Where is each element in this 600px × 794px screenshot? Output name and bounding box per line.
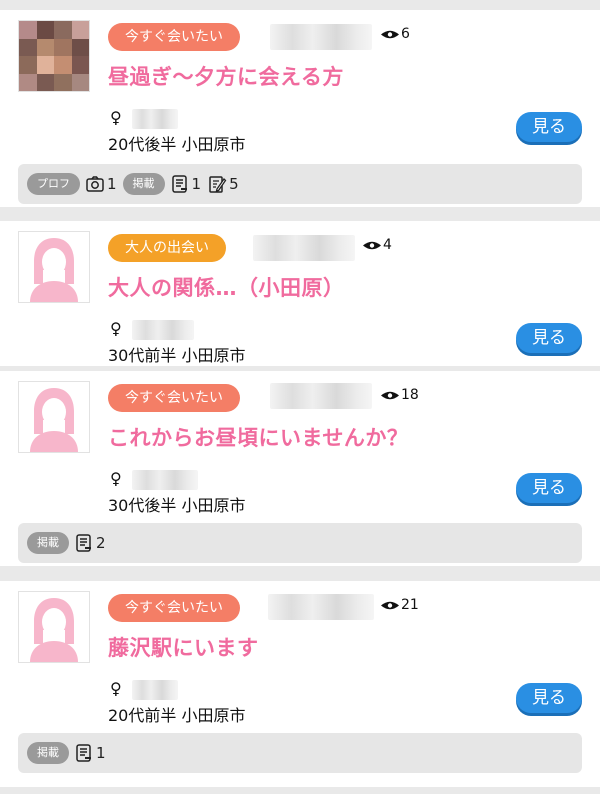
profile-tag[interactable]: プロフ xyxy=(27,173,80,195)
post-stats-bar: 掲載 1 xyxy=(18,733,582,773)
view-count: 6 xyxy=(380,26,410,42)
gender-symbol: ♀ xyxy=(110,108,122,127)
avatar-placeholder[interactable] xyxy=(18,381,90,453)
posts-tag[interactable]: 掲載 xyxy=(27,532,69,554)
gender-symbol: ♀ xyxy=(110,319,122,338)
post-list-icon xyxy=(76,744,91,762)
redacted-nickname xyxy=(268,594,374,620)
post-stats-bar: プロフ 1 掲載 1 5 xyxy=(18,164,582,204)
age-location: 20代後半 小田原市 xyxy=(108,135,246,154)
post-title[interactable]: 大人の関係…（小田原） xyxy=(108,272,345,302)
view-count-value: 18 xyxy=(401,387,419,403)
view-count: 18 xyxy=(380,387,419,403)
view-button[interactable]: 見る xyxy=(516,683,582,713)
female-avatar-icon xyxy=(30,388,78,452)
view-count: 4 xyxy=(362,237,392,253)
eye-icon xyxy=(381,391,399,399)
view-count: 21 xyxy=(380,597,419,613)
view-count-value: 4 xyxy=(383,237,392,253)
female-avatar-icon xyxy=(30,238,78,302)
diary-edit-icon xyxy=(209,176,227,193)
post-list-icon xyxy=(76,534,91,552)
view-button[interactable]: 見る xyxy=(516,112,582,142)
eye-icon xyxy=(381,30,399,38)
diary-count: 5 xyxy=(207,174,239,194)
redacted-age xyxy=(132,109,178,129)
post-stats-bar: 掲載 2 xyxy=(18,523,582,563)
view-count-value: 21 xyxy=(401,597,419,613)
post-title[interactable]: 昼過ぎ〜夕方に会える方 xyxy=(108,61,344,91)
post-card[interactable]: 今すぐ会いたい 18 これからお昼頃にいませんか？ ♀ 30代後半 小田原市 見… xyxy=(0,371,600,566)
view-button[interactable]: 見る xyxy=(516,473,582,503)
redacted-age xyxy=(132,470,198,490)
photo-count: 1 xyxy=(85,174,117,194)
photo-count-value: 1 xyxy=(107,175,117,193)
post-count-value: 1 xyxy=(96,744,106,762)
view-button[interactable]: 見る xyxy=(516,323,582,353)
gender-symbol: ♀ xyxy=(110,469,122,488)
category-badge: 今すぐ会いたい xyxy=(108,23,240,51)
redacted-nickname xyxy=(270,24,372,50)
redacted-nickname xyxy=(270,383,372,409)
post-count: 1 xyxy=(74,743,106,763)
age-location: 20代前半 小田原市 xyxy=(108,706,246,725)
redacted-age xyxy=(132,320,194,340)
diary-count-value: 5 xyxy=(229,175,239,193)
gender-symbol: ♀ xyxy=(110,679,122,698)
posts-tag[interactable]: 掲載 xyxy=(122,173,165,195)
eye-icon xyxy=(381,601,399,609)
post-count: 2 xyxy=(74,533,106,553)
female-avatar-icon xyxy=(30,598,78,662)
age-location: 30代前半 小田原市 xyxy=(108,346,246,365)
redacted-age xyxy=(132,680,178,700)
eye-icon xyxy=(363,241,381,249)
post-count: 1 xyxy=(170,174,202,194)
category-badge: 大人の出会い xyxy=(108,234,226,262)
avatar-photo[interactable] xyxy=(18,20,90,92)
category-badge: 今すぐ会いたい xyxy=(108,594,240,622)
blurred-photo xyxy=(19,21,89,91)
post-count-value: 2 xyxy=(96,534,106,552)
category-badge: 今すぐ会いたい xyxy=(108,384,240,412)
post-card[interactable]: 今すぐ会いたい 21 藤沢駅にいます ♀ 20代前半 小田原市 見る 掲載 1 xyxy=(0,581,600,787)
age-location: 30代後半 小田原市 xyxy=(108,496,246,515)
avatar-placeholder[interactable] xyxy=(18,231,90,303)
avatar-placeholder[interactable] xyxy=(18,591,90,663)
post-list-icon xyxy=(171,175,187,193)
view-count-value: 6 xyxy=(401,26,410,42)
post-count-value: 1 xyxy=(191,175,202,193)
post-title[interactable]: 藤沢駅にいます xyxy=(108,632,259,662)
posts-tag[interactable]: 掲載 xyxy=(27,742,69,764)
post-card[interactable]: 今すぐ会いたい 6 昼過ぎ〜夕方に会える方 ♀ 20代後半 小田原市 見る プロ… xyxy=(0,10,600,207)
redacted-nickname xyxy=(253,235,355,261)
camera-icon xyxy=(86,176,104,192)
post-card[interactable]: 大人の出会い 4 大人の関係…（小田原） ♀ 30代前半 小田原市 見る xyxy=(0,221,600,366)
post-title[interactable]: これからお昼頃にいませんか？ xyxy=(108,422,408,452)
